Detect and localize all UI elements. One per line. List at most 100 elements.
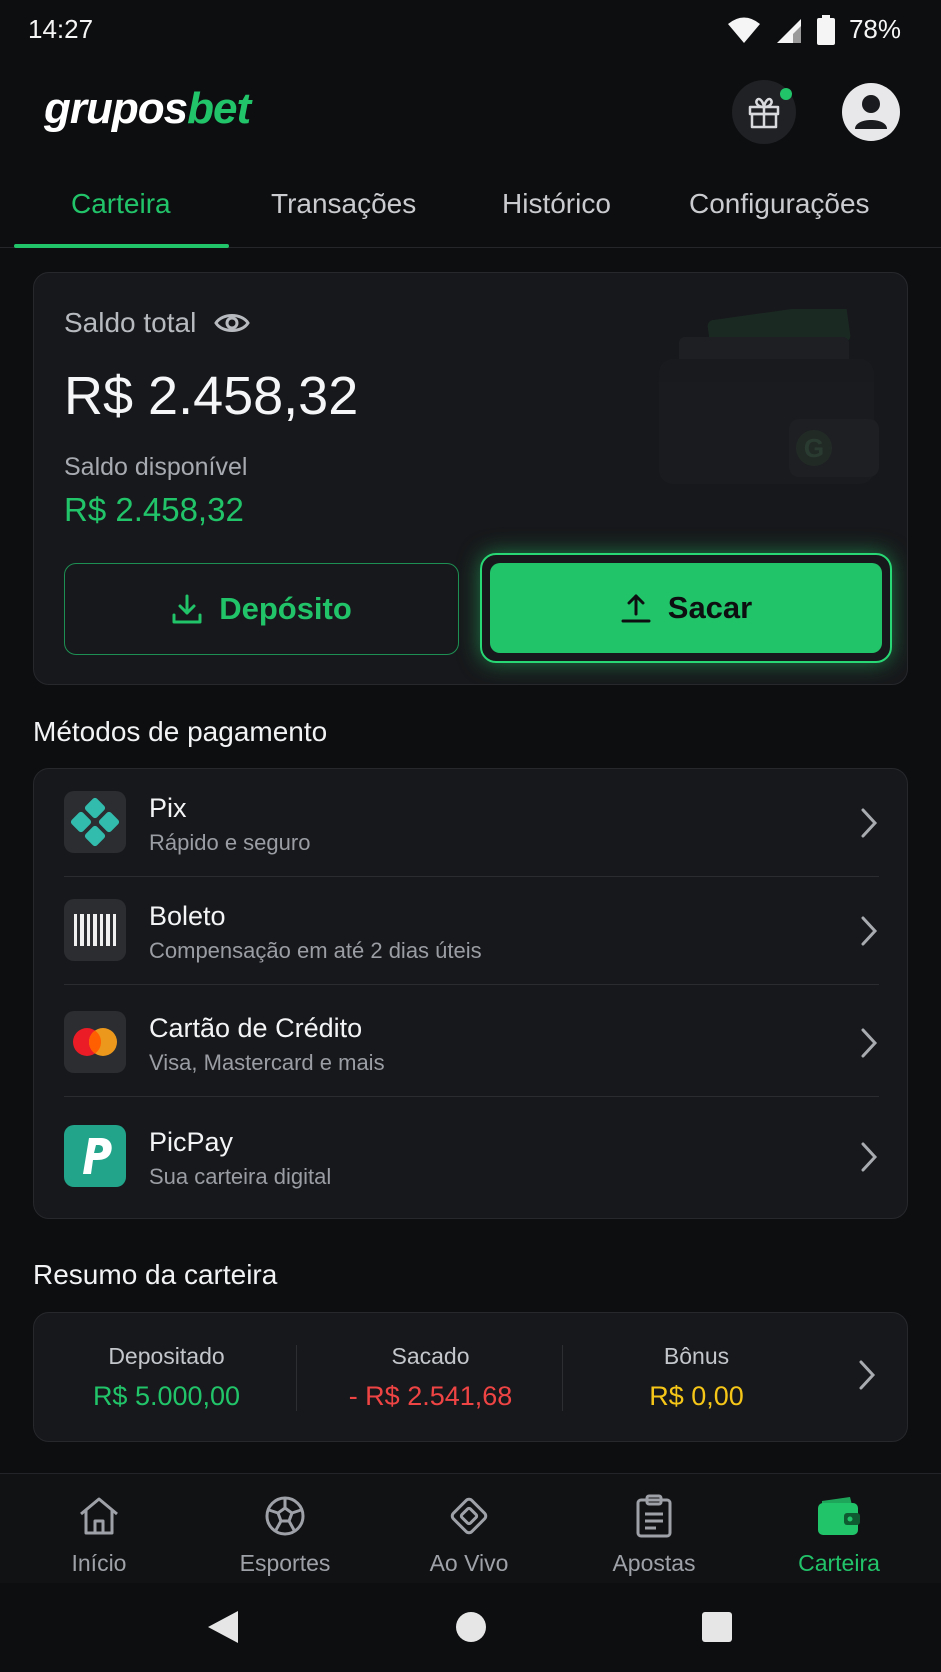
barcode-icon bbox=[74, 914, 116, 946]
nav-label: Ao Vivo bbox=[429, 1550, 509, 1576]
app-header: gruposbet bbox=[0, 70, 941, 150]
upload-icon bbox=[621, 594, 651, 623]
tab-active-indicator bbox=[14, 244, 229, 248]
gruposbet-logo[interactable]: gruposbet bbox=[44, 84, 251, 134]
wallet-illustration-icon: G bbox=[659, 309, 879, 484]
chevron-right-icon bbox=[861, 808, 878, 838]
battery-icon bbox=[816, 14, 835, 45]
nav-inicio[interactable]: Início bbox=[24, 1492, 174, 1577]
status-time: 14:27 bbox=[28, 14, 94, 44]
wallet-summary-title: Resumo da carteira bbox=[33, 1259, 278, 1290]
payment-method-subtitle: Rápido e seguro bbox=[149, 830, 311, 855]
user-avatar-icon bbox=[855, 95, 887, 129]
logo-text-part2: bet bbox=[187, 84, 251, 133]
payment-method-credit-card[interactable]: Cartão de Crédito Visa, Mastercard e mai… bbox=[34, 989, 909, 1097]
tab-transacoes[interactable]: Transações bbox=[271, 188, 416, 220]
system-navigation-bar bbox=[0, 1583, 941, 1672]
barcode-icon-box bbox=[64, 899, 126, 961]
bottom-navigation: Início Esportes Ao Vivo Apostas Carteira bbox=[0, 1473, 941, 1583]
payment-method-picpay[interactable]: PicPay Sua carteira digital bbox=[34, 1103, 909, 1211]
payment-method-pix[interactable]: Pix Rápido e seguro bbox=[34, 769, 909, 877]
soccer-ball-icon bbox=[265, 1496, 305, 1536]
signal-icon bbox=[776, 18, 801, 43]
nav-ao-vivo[interactable]: Ao Vivo bbox=[394, 1492, 544, 1577]
payment-method-name: Cartão de Crédito bbox=[149, 1013, 363, 1043]
payment-method-subtitle: Visa, Mastercard e mais bbox=[149, 1050, 385, 1075]
wallet-icon bbox=[818, 1497, 860, 1535]
pix-icon-box bbox=[64, 791, 126, 853]
clipboard-icon bbox=[636, 1494, 672, 1538]
nav-label: Esportes bbox=[239, 1550, 331, 1576]
summary-separator bbox=[296, 1345, 297, 1411]
payment-method-boleto[interactable]: Boleto Compensação em até 2 dias úteis bbox=[34, 877, 909, 985]
deposit-button-label: Depósito bbox=[219, 591, 352, 626]
profile-button[interactable] bbox=[842, 83, 900, 141]
download-icon bbox=[172, 594, 202, 624]
summary-bonus-label: Bônus bbox=[663, 1343, 730, 1369]
deposit-button[interactable]: Depósito bbox=[64, 563, 459, 655]
chevron-right-icon bbox=[861, 916, 878, 946]
nav-label: Apostas bbox=[612, 1550, 696, 1576]
nav-esportes[interactable]: Esportes bbox=[210, 1492, 360, 1577]
status-icons: 78% bbox=[727, 14, 901, 45]
summary-bonus-value: R$ 0,00 bbox=[649, 1381, 744, 1411]
picpay-icon bbox=[83, 1138, 112, 1174]
payment-method-name: PicPay bbox=[149, 1127, 234, 1157]
available-balance-label: Saldo disponível bbox=[64, 453, 248, 481]
home-icon bbox=[80, 1497, 118, 1535]
summary-deposited-value: R$ 5.000,00 bbox=[92, 1381, 241, 1411]
chevron-right-icon[interactable] bbox=[857, 1359, 877, 1391]
summary-bonus: Bônus R$ 0,00 bbox=[564, 1313, 829, 1443]
withdraw-button-label: Sacar bbox=[667, 590, 753, 625]
live-icon bbox=[450, 1497, 488, 1535]
total-balance-label-row: Saldo total bbox=[64, 307, 251, 339]
wifi-icon bbox=[727, 17, 760, 43]
status-bar: 14:27 78% bbox=[0, 0, 941, 60]
eye-icon[interactable] bbox=[214, 311, 251, 335]
divider bbox=[64, 984, 879, 985]
withdraw-button-body[interactable]: Sacar bbox=[490, 563, 882, 653]
tab-carteira[interactable]: Carteira bbox=[71, 188, 171, 220]
payment-method-subtitle: Sua carteira digital bbox=[149, 1164, 332, 1189]
payment-method-subtitle: Compensação em até 2 dias úteis bbox=[149, 938, 482, 963]
tab-bar: Carteira Transações Histórico Configuraç… bbox=[0, 170, 941, 248]
summary-deposited: Depositado R$ 5.000,00 bbox=[34, 1313, 299, 1443]
total-balance-value: R$ 2.458,32 bbox=[64, 366, 359, 426]
recents-icon[interactable] bbox=[700, 1609, 734, 1645]
picpay-icon-box bbox=[64, 1125, 126, 1187]
available-balance-value: R$ 2.458,32 bbox=[64, 491, 244, 528]
summary-withdrawn-label: Sacado bbox=[391, 1343, 470, 1369]
payment-methods-title: Métodos de pagamento bbox=[33, 716, 328, 747]
notification-dot bbox=[780, 88, 792, 100]
logo-text-part1: grupos bbox=[44, 84, 188, 133]
total-balance-label: Saldo total bbox=[64, 307, 197, 338]
summary-deposited-label: Depositado bbox=[108, 1343, 225, 1369]
withdraw-button[interactable]: Sacar bbox=[480, 553, 892, 663]
tab-configuracoes[interactable]: Configurações bbox=[689, 188, 870, 220]
gift-button[interactable] bbox=[732, 80, 796, 144]
back-icon[interactable] bbox=[206, 1609, 240, 1645]
chevron-right-icon bbox=[861, 1142, 878, 1172]
svg-text:G: G bbox=[804, 433, 824, 463]
nav-apostas[interactable]: Apostas bbox=[579, 1492, 729, 1577]
divider bbox=[64, 1096, 879, 1097]
summary-withdrawn-value: - R$ 2.541,68 bbox=[348, 1381, 513, 1411]
payment-method-name: Boleto bbox=[149, 901, 226, 931]
nav-carteira[interactable]: Carteira bbox=[764, 1492, 914, 1577]
summary-separator bbox=[562, 1345, 563, 1411]
pix-icon bbox=[70, 797, 120, 847]
gift-icon bbox=[748, 97, 780, 129]
wallet-summary-card[interactable]: Depositado R$ 5.000,00 Sacado - R$ 2.541… bbox=[33, 1312, 908, 1442]
mastercard-icon-box bbox=[64, 1011, 126, 1073]
battery-percent: 78% bbox=[848, 14, 901, 44]
payment-methods-card: Pix Rápido e seguro Boleto Compensação e… bbox=[33, 768, 908, 1219]
balance-card: G Saldo total R$ 2.458,32 Saldo disponív… bbox=[33, 272, 908, 685]
home-circle-icon[interactable] bbox=[454, 1609, 488, 1645]
nav-label: Início bbox=[71, 1550, 127, 1576]
chevron-right-icon bbox=[861, 1028, 878, 1058]
summary-withdrawn: Sacado - R$ 2.541,68 bbox=[298, 1313, 563, 1443]
nav-label: Carteira bbox=[798, 1550, 880, 1576]
mastercard-icon bbox=[73, 1028, 117, 1056]
payment-method-name: Pix bbox=[149, 793, 187, 823]
tab-historico[interactable]: Histórico bbox=[502, 188, 611, 220]
